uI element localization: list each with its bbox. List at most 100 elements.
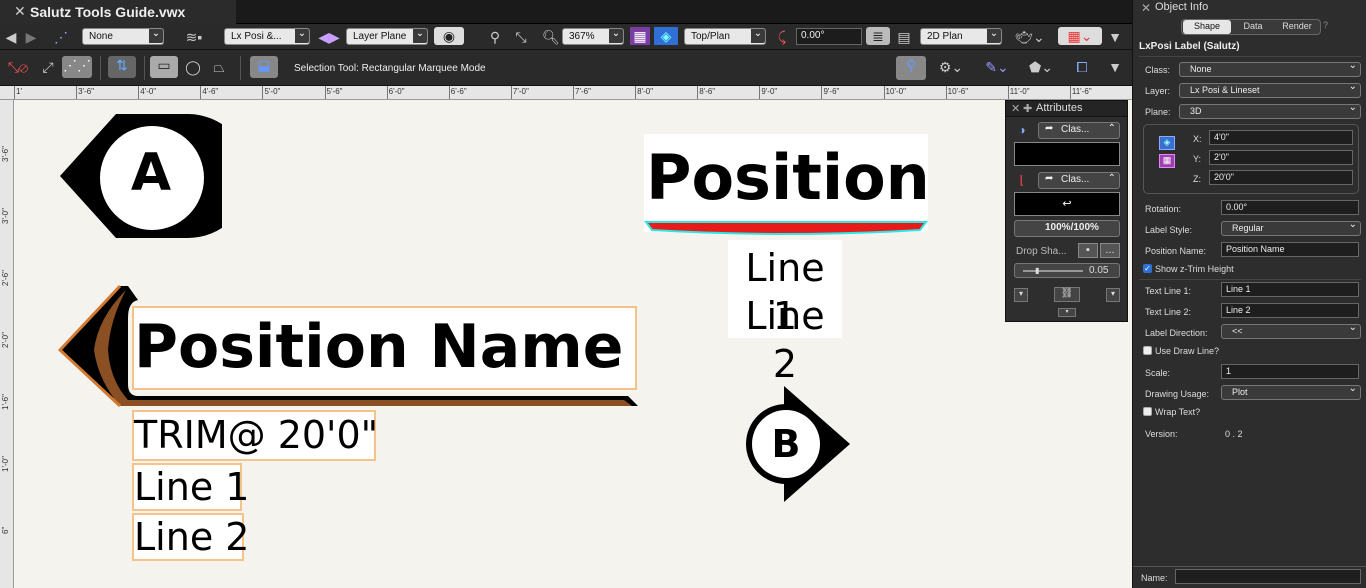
tab-data[interactable]: Data: [1231, 20, 1275, 34]
ruler-tick: [1069, 86, 1071, 99]
layer-visibility-icon[interactable]: ≣: [866, 27, 890, 45]
snap-settings-icon[interactable]: ⬓: [250, 56, 278, 78]
arrow-start-dropdown[interactable]: ▾: [1014, 288, 1028, 302]
plane-label: Plane:: [1145, 107, 1171, 117]
fill-class-button[interactable]: ➦ Clas... ⌃: [1038, 122, 1120, 139]
reference-point-icon[interactable]: ▦: [1159, 154, 1175, 168]
drop-shadow-toggle[interactable]: ▪: [1078, 243, 1098, 258]
working-plane-rotation-icon[interactable]: ⤹: [772, 28, 792, 46]
object-info-title: Object Info: [1155, 1, 1209, 13]
flat-view-icon[interactable]: ◈: [654, 27, 678, 45]
shapes-tool-icon[interactable]: ⬟⌄: [1024, 58, 1058, 76]
rotation-label: Rotation:: [1145, 204, 1182, 214]
ruler-tick: [1007, 86, 1009, 99]
multi-scaling-icon[interactable]: ⋰⋰: [62, 56, 92, 78]
drawing-usage-select[interactable]: Plot: [1221, 383, 1361, 400]
label-style-select[interactable]: Regular: [1221, 219, 1361, 236]
color-options-icon[interactable]: ▦⌄: [1058, 27, 1102, 45]
opacity-button[interactable]: 100%/100%: [1014, 220, 1120, 237]
zoom-icon[interactable]: 🔍︎: [542, 28, 560, 46]
zoom-select[interactable]: 367%: [562, 28, 624, 45]
wrap-text-checkbox[interactable]: [1143, 407, 1152, 416]
ruler-tick-label: 3'-6": [1, 146, 10, 162]
rectangular-marquee-icon[interactable]: ▭: [150, 56, 178, 78]
attributes-header[interactable]: ✕ ✚ Attributes: [1006, 101, 1127, 117]
drop-shadow-options-button[interactable]: ...: [1100, 243, 1120, 258]
ruler-tick-label: 2'-6": [1, 270, 10, 286]
share-arrow-icon: ➦: [1045, 173, 1054, 184]
divider: [1139, 279, 1361, 280]
close-object-info-icon[interactable]: ✕: [1141, 1, 1151, 15]
disable-interactive-scaling-icon[interactable]: ⤡⊘: [6, 58, 30, 76]
arrow-end-dropdown[interactable]: ▾: [1106, 288, 1120, 302]
document-tab[interactable]: Salutz Tools Guide.vwx: [0, 0, 236, 24]
line-weight-control[interactable]: ▮ 0.05: [1014, 263, 1120, 278]
polygon-marquee-icon[interactable]: ⏢: [208, 58, 230, 76]
standard-view-select[interactable]: Top/Plan: [684, 28, 766, 45]
tab-shape[interactable]: Shape: [1183, 20, 1231, 34]
single-object-scaling-icon[interactable]: ⤢: [38, 58, 58, 76]
label-direction-select[interactable]: <<: [1221, 322, 1361, 339]
tab-render[interactable]: Render: [1275, 20, 1319, 34]
text-line2-input[interactable]: Line 2: [1221, 303, 1359, 318]
layer-options-icon[interactable]: ≋▪: [178, 28, 210, 46]
x-input[interactable]: 4'0": [1209, 130, 1353, 145]
text-line1-input[interactable]: Line 1: [1221, 282, 1359, 297]
brush-tool-icon[interactable]: ✎⌄: [980, 58, 1014, 76]
class-select[interactable]: None: [1179, 60, 1361, 77]
line-weight-value: 0.05: [1089, 265, 1109, 276]
overflow-chevron-icon[interactable]: ▼: [1108, 28, 1122, 46]
class-options-icon[interactable]: ⋰: [52, 28, 70, 46]
attributes-title: Attributes: [1036, 102, 1083, 114]
close-tab-icon[interactable]: ✕: [14, 3, 26, 20]
grid-icon[interactable]: ▤: [896, 28, 912, 46]
snap-loupe-icon[interactable]: ⚲: [896, 56, 926, 80]
position-name-input[interactable]: Position Name: [1221, 242, 1359, 257]
active-class-select[interactable]: None: [82, 28, 164, 45]
crop-tool-icon[interactable]: ⧠: [1070, 58, 1094, 76]
plane-select[interactable]: 3D: [1179, 102, 1361, 119]
drop-shadow-label: Drop Sha...: [1016, 246, 1067, 257]
pen-color-swatch[interactable]: ↩: [1014, 192, 1120, 216]
position-name-label: Position Name:: [1145, 246, 1207, 256]
collapse-palette-icon[interactable]: ✚: [1023, 102, 1032, 115]
y-input[interactable]: 2'0": [1209, 150, 1353, 165]
ruler-tick-label: 8'-6": [699, 87, 716, 96]
close-palette-icon[interactable]: ✕: [1011, 102, 1020, 115]
fill-color-swatch[interactable]: [1014, 142, 1120, 166]
ruler-tick-label: 5'-6": [326, 87, 343, 96]
rotation-input[interactable]: 0.00°: [796, 28, 862, 45]
transform-mode-icon[interactable]: ⇅: [108, 56, 136, 78]
active-layer-select[interactable]: Lx Posi &...: [224, 28, 310, 45]
z-input[interactable]: 20'0": [1209, 170, 1353, 185]
more-options-icon[interactable]: ▾: [1058, 308, 1076, 317]
fit-to-objects-icon[interactable]: ⤡: [512, 28, 530, 46]
slider-thumb-icon[interactable]: ▮: [1035, 266, 1039, 275]
current-view-icon[interactable]: ▦: [630, 27, 650, 45]
lasso-marquee-icon[interactable]: ◯: [182, 58, 204, 76]
plane-options-icon[interactable]: ◀▶: [316, 28, 342, 46]
use-draw-line-checkbox[interactable]: [1143, 346, 1152, 355]
back-arrow-icon[interactable]: ◀: [4, 28, 18, 46]
line-weight-slider[interactable]: [1023, 270, 1083, 272]
show-trim-checkbox[interactable]: ✓: [1143, 264, 1152, 273]
rotation-input[interactable]: 0.00°: [1221, 200, 1359, 215]
layer-plane-select[interactable]: Layer Plane: [346, 28, 428, 45]
help-icon[interactable]: ?: [1323, 20, 1328, 30]
render-mode-select[interactable]: 2D Plan: [920, 28, 1002, 45]
pen-class-button[interactable]: ➦ Clas... ⌃: [1038, 172, 1120, 189]
view-options-icon[interactable]: ◉: [434, 27, 464, 45]
plane-3d-icon[interactable]: ◈: [1159, 136, 1175, 150]
settings-gear-icon[interactable]: ⚙⌄: [934, 58, 968, 76]
scale-input[interactable]: 1: [1221, 364, 1359, 379]
forward-arrow-icon[interactable]: ▶: [24, 28, 38, 46]
toolbar-overflow-icon[interactable]: ▼: [1106, 58, 1124, 76]
x-label: X:: [1193, 134, 1202, 144]
layer-select[interactable]: Lx Posi & Lineset: [1179, 81, 1361, 98]
ruler-tick: [945, 86, 947, 99]
link-arrows-icon[interactable]: ⛓: [1054, 287, 1080, 302]
drawing-canvas[interactable]: A Position Name TRIM@ 20'0" Line 1 Line …: [14, 100, 1132, 588]
object-name-input[interactable]: [1175, 569, 1361, 584]
zoom-to-selection-icon[interactable]: ⚲: [488, 28, 502, 46]
projection-icon[interactable]: 🫖︎⌄: [1008, 28, 1052, 46]
